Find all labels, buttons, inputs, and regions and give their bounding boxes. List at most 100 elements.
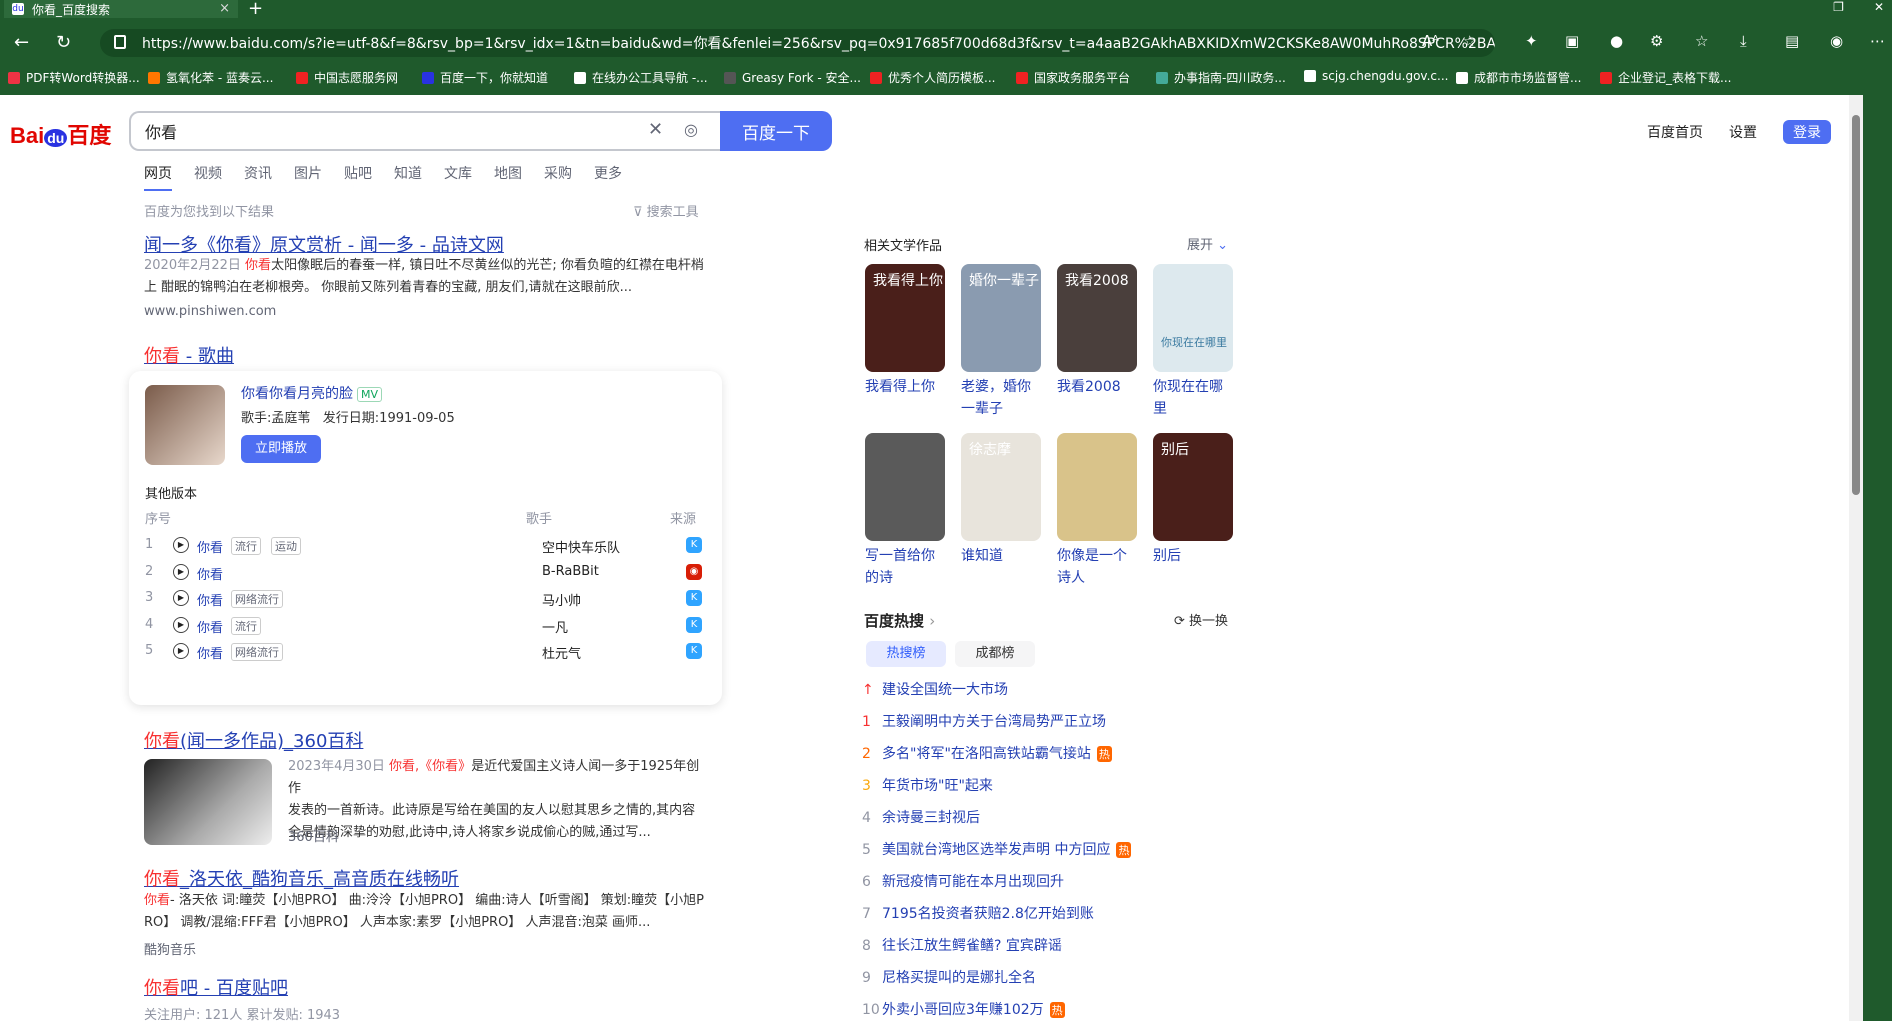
home-link[interactable]: 百度首页: [1647, 122, 1703, 142]
extensions-icon[interactable]: ⚙: [1650, 32, 1663, 50]
hot-item[interactable]: 1 王毅阐明中方关于台湾局势严正立场: [862, 711, 1106, 731]
hot-title[interactable]: 百度热搜 ›: [864, 610, 935, 631]
version-row[interactable]: 1 ▶ 你看 流行 运动 空中快车乐队 K: [145, 537, 705, 563]
book-label[interactable]: 老婆，婚你一辈子: [961, 376, 1043, 420]
expand-button[interactable]: 展开 ⌄: [1187, 234, 1228, 253]
extension-icon[interactable]: ✦: [1525, 32, 1538, 50]
close-window-icon[interactable]: ✕: [1874, 0, 1884, 14]
version-title[interactable]: 你看: [197, 537, 223, 556]
book-cover[interactable]: [865, 433, 945, 541]
play-icon[interactable]: ▶: [173, 643, 189, 659]
version-row[interactable]: 2 ▶ 你看 B-RaBBit ◉: [145, 563, 705, 590]
camera-icon[interactable]: ◎: [684, 120, 698, 139]
album-cover[interactable]: [145, 385, 225, 465]
version-title[interactable]: 你看: [197, 617, 223, 636]
bookmark-item[interactable]: 百度一下，你就知道: [422, 69, 548, 86]
book-cover[interactable]: 徐志摩: [961, 433, 1041, 541]
source-icon[interactable]: K: [686, 537, 702, 553]
chengdu-tab[interactable]: 成都榜: [955, 641, 1035, 667]
hot-item[interactable]: 5 美国就台湾地区选举发声明 中方回应热: [862, 839, 1132, 859]
bookmark-item[interactable]: 企业登记_表格下载...: [1600, 69, 1731, 86]
tab-1[interactable]: 视频: [194, 163, 222, 191]
book-cover[interactable]: 我看2008: [1057, 264, 1137, 372]
hot-item[interactable]: 7 7195名投资者获赔2.8亿开始到账: [862, 903, 1094, 923]
play-icon[interactable]: ▶: [173, 563, 189, 580]
bookmark-item[interactable]: PDF转Word转换器...: [8, 69, 140, 86]
tab-6[interactable]: 文库: [444, 163, 472, 191]
result-source[interactable]: www.pinshiwen.com: [144, 304, 276, 319]
bookmark-item[interactable]: 氢氧化苯 - 蓝奏云...: [148, 69, 273, 86]
book-cover[interactable]: 别后: [1153, 433, 1233, 541]
source-icon[interactable]: ◉: [686, 563, 702, 580]
new-tab-icon[interactable]: +: [248, 0, 263, 19]
play-icon[interactable]: ▶: [173, 616, 189, 633]
bookmark-item[interactable]: 中国志愿服务网: [296, 69, 398, 86]
search-button[interactable]: 百度一下: [720, 111, 832, 151]
hot-item[interactable]: 10 外卖小哥回应3年赚102万热: [862, 999, 1065, 1019]
bookmark-item[interactable]: Greasy Fork - 安全...: [724, 69, 861, 86]
bookmark-item[interactable]: 国家政务服务平台: [1016, 69, 1130, 86]
tab-9[interactable]: 更多: [594, 163, 622, 191]
book-cover[interactable]: 婚你一辈子: [961, 264, 1041, 372]
result-title[interactable]: 你看(闻一多作品)_360百科: [144, 727, 363, 753]
read-aloud-icon[interactable]: Aᴬ: [1422, 32, 1439, 50]
book-cover[interactable]: 你现在在哪里: [1153, 264, 1233, 372]
bookmark-item[interactable]: scjg.chengdu.gov.c...: [1304, 69, 1448, 83]
version-title[interactable]: 你看: [197, 643, 223, 662]
play-now-button[interactable]: 立即播放: [241, 435, 321, 463]
address-bar[interactable]: https://www.baidu.com/s?ie=utf-8&f=8&rsv…: [100, 29, 1495, 57]
hot-item[interactable]: 6 新冠疫情可能在本月出现回升: [862, 871, 1064, 891]
hot-item[interactable]: 9 尼格买提叫的是娜扎全名: [862, 967, 1036, 987]
hot-item[interactable]: 4 余诗曼三封视后: [862, 807, 980, 827]
result-source[interactable]: 360百科: [288, 826, 339, 845]
restore-icon[interactable]: ❐: [1833, 0, 1844, 14]
result-title[interactable]: 你看 - 歌曲: [144, 342, 234, 368]
collections-icon[interactable]: ▤: [1785, 32, 1799, 50]
tab-7[interactable]: 地图: [494, 163, 522, 191]
play-icon[interactable]: ▶: [173, 537, 189, 553]
refresh-button[interactable]: ⟳ 换一换: [1174, 610, 1228, 629]
extension-icon[interactable]: ▣: [1565, 32, 1579, 50]
hot-item[interactable]: 8 往长江放生鳄雀鳝? 宜宾辟谣: [862, 935, 1062, 955]
version-title[interactable]: 你看: [197, 564, 223, 583]
scrollbar-thumb[interactable]: [1852, 115, 1860, 495]
bookmark-item[interactable]: 成都市市场监督管...: [1456, 69, 1581, 86]
play-icon[interactable]: ▶: [173, 590, 189, 606]
book-label[interactable]: 你现在在哪里: [1153, 376, 1235, 420]
book-label[interactable]: 你像是一个诗人: [1057, 545, 1139, 589]
version-row[interactable]: 4 ▶ 你看 流行 一凡 K: [145, 616, 705, 643]
result-image[interactable]: [144, 759, 272, 845]
book-label[interactable]: 我看2008: [1057, 376, 1139, 398]
bookmark-item[interactable]: 在线办公工具导航 -...: [574, 69, 708, 86]
version-title[interactable]: 你看: [197, 590, 223, 609]
source-icon[interactable]: K: [686, 616, 702, 633]
favorite-star-icon[interactable]: ☆: [1463, 32, 1476, 50]
hot-item[interactable]: ↑ 建设全国统一大市场: [862, 679, 1008, 699]
reload-icon[interactable]: ↻: [56, 32, 71, 53]
tab-0[interactable]: 网页: [144, 163, 172, 191]
book-cover[interactable]: [1057, 433, 1137, 541]
baidu-logo[interactable]: Bai du 百度: [10, 118, 111, 150]
login-button[interactable]: 登录: [1783, 120, 1831, 144]
search-tools[interactable]: ⊽ 搜索工具: [633, 201, 699, 220]
clear-icon[interactable]: ✕: [648, 119, 663, 140]
scrollbar[interactable]: [1849, 95, 1863, 1021]
book-label[interactable]: 别后: [1153, 545, 1235, 567]
book-cover[interactable]: 我看得上你: [865, 264, 945, 372]
back-icon[interactable]: ←: [14, 32, 29, 53]
search-input[interactable]: 你看 ✕ ◎: [129, 111, 721, 151]
tab-8[interactable]: 采购: [544, 163, 572, 191]
downloads-icon[interactable]: ⤓: [1740, 32, 1747, 50]
book-label[interactable]: 写一首给你的诗: [865, 545, 947, 589]
close-tab-icon[interactable]: ×: [219, 1, 230, 16]
hot-item[interactable]: 2 多名"将军"在洛阳高铁站霸气接站热: [862, 743, 1112, 763]
tab-5[interactable]: 知道: [394, 163, 422, 191]
extension-icon[interactable]: ●: [1610, 32, 1623, 50]
hot-tab[interactable]: 热搜榜: [866, 641, 946, 667]
bookmark-item[interactable]: 办事指南-四川政务...: [1156, 69, 1286, 86]
source-icon[interactable]: K: [686, 643, 702, 659]
profile-icon[interactable]: ◉: [1830, 32, 1843, 50]
favorites-icon[interactable]: ☆: [1695, 32, 1708, 50]
source-icon[interactable]: K: [686, 590, 702, 606]
tab-3[interactable]: 图片: [294, 163, 322, 191]
